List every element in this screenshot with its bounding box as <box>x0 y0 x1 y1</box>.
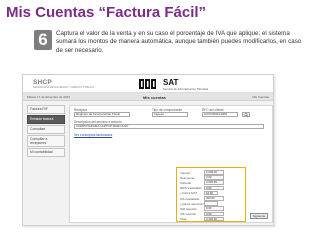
shcp-logo-text: SHCP <box>33 79 52 86</box>
total-label: IVA retenido <box>180 212 197 217</box>
sat-logo-icon <box>139 79 156 89</box>
total-label: Subtotal <box>180 180 192 185</box>
shcp-subtitle: SECRETARÍA DE HACIENDA Y CRÉDITO PÚBLICO <box>33 86 95 89</box>
sidebar-item-consultar-receptores[interactable]: Consultar a receptores <box>27 135 65 147</box>
sat-logo-text: SAT <box>163 78 179 87</box>
total-row-iva-retenido: IVA retenido 0.00 <box>180 211 244 217</box>
total-label: ¿Cobra IVA? <box>180 191 198 196</box>
search-button[interactable] <box>242 112 250 117</box>
receptor-select[interactable]: Régimen de Incorporación Fiscal <box>74 112 130 117</box>
sidebar-item-mi-contabilidad[interactable]: Mi contabilidad <box>27 148 65 157</box>
totals-panel: Importe 2,000.00 Descuento 0.00 Subtotal… <box>176 167 246 222</box>
sat-subtitle: Servicio de Administración Tributaria <box>163 87 209 91</box>
total-row-ieps: IEPS trasladado 0.00 <box>180 185 244 191</box>
total-value: 2,320.00 <box>204 216 224 222</box>
step-number-badge: 6 <box>34 30 52 50</box>
total-value[interactable]: 0.00 <box>204 211 224 217</box>
tipo-comprobante-select[interactable]: Ingreso <box>152 112 188 117</box>
total-row-descuento: Descuento 0.00 <box>180 175 244 180</box>
nav-title: Mis cuentas <box>143 94 166 100</box>
sidebar-item-factura-rif[interactable]: Factura RIF <box>27 105 65 114</box>
instruction-text: Captura el valor de la venta y en su cas… <box>56 30 302 54</box>
total-label: ISR retenido <box>180 206 197 211</box>
total-value[interactable]: 0.00 <box>204 185 224 191</box>
sidebar-item-consultas[interactable]: Consultas <box>27 125 65 134</box>
total-label: IEPS trasladado <box>180 186 202 191</box>
sidebar: Factura RIF Emisión factura Consultas Co… <box>27 105 65 158</box>
nav-bar: Martes 17 de diciembre de 2013 Mis cuent… <box>23 93 273 101</box>
total-row-cobra-iva: ¿Cobra IVA? 16.00 <box>180 190 244 196</box>
page-heading: Mis Cuentas “Factura Fácil” <box>6 4 207 21</box>
total-label: Importe <box>180 170 191 175</box>
nav-date: Martes 17 de diciembre de 2013 <box>27 95 71 99</box>
total-value: 2,000.00 <box>204 180 224 185</box>
total-label: IVA trasladado <box>180 196 200 201</box>
sidebar-item-emision-factura[interactable]: Emisión factura <box>27 115 65 124</box>
form-area: Receptor Régimen de Incorporación Fiscal… <box>69 105 273 223</box>
total-label: ¿Aplica retención? <box>180 201 205 206</box>
total-row-total: Total 2,320.00 <box>180 216 244 222</box>
total-value[interactable]: 320.00 <box>204 196 224 201</box>
screenshot-panel: SHCP SECRETARÍA DE HACIENDA Y CRÉDITO PÚ… <box>22 74 274 226</box>
descripcion-input[interactable]: COMPUTADORA LAPTOP MARCA HP <box>74 124 264 129</box>
nav-user: Mis Cuentas <box>252 95 269 99</box>
total-row-iva: IVA trasladado 320.00 <box>180 196 244 201</box>
total-label: Descuento <box>180 175 195 180</box>
search-icon <box>244 113 248 117</box>
iva-rate-select[interactable]: 16.00 <box>204 190 218 196</box>
total-value[interactable]: 0.00 <box>204 175 224 180</box>
siguiente-button[interactable]: Siguiente <box>250 213 268 219</box>
retencion-select[interactable] <box>204 201 218 206</box>
total-row-isr-retenido: ISR retenido 0.00 <box>180 206 244 211</box>
rfc-select[interactable]: XAXX010101000 <box>202 112 238 117</box>
total-row-subtotal: Subtotal 2,000.00 <box>180 180 244 185</box>
total-row-importe: Importe 2,000.00 <box>180 170 244 175</box>
ver-conceptos-link[interactable]: Ver conceptos facturados <box>74 133 112 137</box>
site-header: SHCP SECRETARÍA DE HACIENDA Y CRÉDITO PÚ… <box>23 75 273 93</box>
total-value[interactable]: 2,000.00 <box>204 170 224 175</box>
total-label: Total <box>180 217 187 222</box>
total-value[interactable]: 0.00 <box>204 206 224 211</box>
total-row-aplica-retencion: ¿Aplica retención? <box>180 201 244 206</box>
